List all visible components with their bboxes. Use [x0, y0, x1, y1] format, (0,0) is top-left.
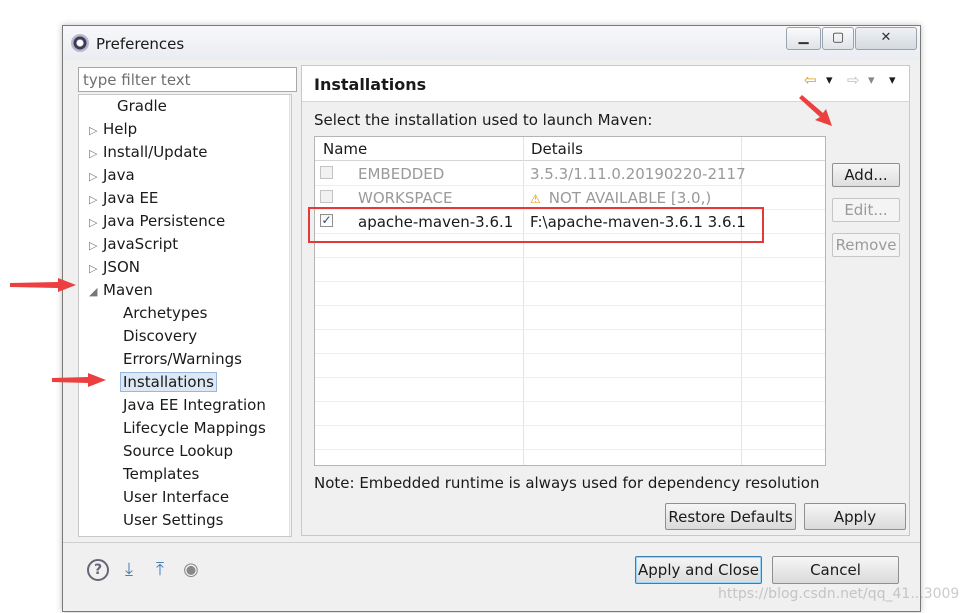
tree-item-templates[interactable]: Templates: [123, 463, 199, 485]
restore-defaults-button[interactable]: Restore Defaults: [665, 503, 796, 530]
installations-table: Name Details EMBEDDED 3.5.3/1.11.0.20190…: [314, 136, 826, 466]
window-title: Preferences: [96, 35, 185, 53]
edit-button[interactable]: Edit...: [832, 198, 900, 222]
record-icon[interactable]: ◉: [180, 559, 202, 581]
tree-item-discovery[interactable]: Discovery: [123, 325, 197, 347]
help-icon[interactable]: ?: [87, 559, 109, 581]
row-divider: [315, 353, 825, 354]
tree-item-archetypes[interactable]: Archetypes: [123, 302, 207, 324]
scroll-grip-icon: ≡: [291, 287, 292, 301]
preference-tree: Gradle ▷ Help ▷ Install/Update ▷ Java ▷ Java…: [78, 94, 292, 537]
row-divider: [315, 281, 825, 282]
instruction-label: Select the installation used to launch M…: [314, 111, 653, 129]
tree-item-errors-warnings[interactable]: Errors/Warnings: [123, 348, 242, 370]
tree-item-install-update[interactable]: ▷ Install/Update: [89, 141, 208, 163]
maximize-button[interactable]: ▢: [822, 27, 854, 50]
add-button[interactable]: Add...: [832, 163, 900, 187]
row-checkbox[interactable]: [320, 166, 333, 179]
installations-panel: Installations ⇦ ▾ ⇨ ▾ ▾ Select the insta…: [301, 65, 910, 536]
back-menu-icon[interactable]: ▾: [826, 73, 833, 88]
tree-item-java[interactable]: ▷ Java: [89, 164, 135, 186]
annotation-highlight-box: [308, 207, 764, 243]
expand-icon[interactable]: ▷: [89, 189, 103, 211]
filter-input[interactable]: [78, 67, 297, 92]
annotation-arrow-installations: [52, 373, 106, 387]
row-divider: [315, 425, 825, 426]
row-divider: [315, 401, 825, 402]
title-bar[interactable]: Preferences ▁ ▢ ✕: [63, 26, 920, 60]
tree-item-java-ee-integration[interactable]: Java EE Integration: [123, 394, 266, 416]
tree-item-source-lookup[interactable]: Source Lookup: [123, 440, 233, 462]
forward-menu-icon[interactable]: ▾: [868, 73, 875, 88]
footer-divider: [63, 542, 920, 543]
page-title: Installations: [314, 75, 427, 94]
expand-icon[interactable]: ▷: [89, 166, 103, 188]
row-checkbox[interactable]: [320, 190, 333, 203]
installation-details: 3.5.3/1.11.0.20190220-2117: [530, 165, 746, 183]
expand-icon[interactable]: ▷: [89, 235, 103, 257]
table-row[interactable]: EMBEDDED 3.5.3/1.11.0.20190220-2117: [315, 162, 825, 186]
row-divider: [315, 329, 825, 330]
view-menu-icon[interactable]: ▾: [889, 73, 896, 88]
expand-icon[interactable]: ▷: [89, 258, 103, 280]
scroll-down-icon[interactable]: ▼: [289, 517, 291, 534]
forward-icon[interactable]: ⇨: [847, 71, 860, 89]
column-header-details[interactable]: Details: [523, 137, 825, 161]
row-divider: [315, 377, 825, 378]
minimize-button[interactable]: ▁: [786, 27, 821, 50]
eclipse-app-icon: [71, 34, 89, 52]
tree-item-json[interactable]: ▷ JSON: [89, 256, 140, 278]
tree-item-java-ee[interactable]: ▷ Java EE: [89, 187, 158, 209]
apply-and-close-button[interactable]: Apply and Close: [635, 556, 762, 584]
installation-name: EMBEDDED: [358, 165, 445, 183]
export-icon[interactable]: ⤒: [149, 559, 171, 581]
import-icon[interactable]: ⤓: [118, 559, 140, 581]
tree-item-user-settings[interactable]: User Settings: [123, 509, 223, 531]
tree-item-user-interface[interactable]: User Interface: [123, 486, 229, 508]
row-divider: [315, 449, 825, 450]
collapse-icon[interactable]: ◢: [89, 281, 103, 303]
row-divider: [315, 185, 825, 186]
preferences-window: Preferences ▁ ▢ ✕ Gradle ▷Help ▷Install/…: [62, 25, 921, 612]
tree-item-lifecycle-mappings[interactable]: Lifecycle Mappings: [123, 417, 266, 439]
apply-button[interactable]: Apply: [804, 503, 906, 530]
row-divider: [315, 257, 825, 258]
embedded-runtime-note: Note: Embedded runtime is always used fo…: [314, 474, 820, 492]
back-icon[interactable]: ⇦: [804, 71, 817, 89]
expand-icon[interactable]: ▷: [89, 143, 103, 165]
close-button[interactable]: ✕: [855, 27, 917, 50]
tree-item-installations[interactable]: Installations: [120, 371, 217, 393]
annotation-arrow-maven: [10, 278, 76, 292]
tree-item-javascript[interactable]: ▷ JavaScript: [89, 233, 178, 255]
expand-icon[interactable]: ▷: [89, 120, 103, 142]
tree-item-help[interactable]: ▷ Help: [89, 118, 137, 140]
annotation-arrow-add: [799, 95, 832, 126]
installation-details: NOT AVAILABLE [3.0,): [548, 189, 712, 207]
cancel-button[interactable]: Cancel: [772, 556, 899, 584]
tree-item-gradle[interactable]: Gradle: [103, 95, 167, 117]
tree-item-maven[interactable]: ◢ Maven: [89, 279, 153, 301]
scroll-up-icon[interactable]: ▲: [289, 97, 291, 114]
expand-icon[interactable]: ▷: [89, 212, 103, 234]
watermark: https://blog.csdn.net/qq_41...3009: [718, 586, 960, 602]
remove-button[interactable]: Remove: [832, 233, 900, 257]
column-header-name[interactable]: Name: [315, 137, 523, 161]
scroll-thumb[interactable]: [291, 190, 292, 407]
row-divider: [315, 305, 825, 306]
tree-item-java-persistence[interactable]: ▷ Java Persistence: [89, 210, 225, 232]
